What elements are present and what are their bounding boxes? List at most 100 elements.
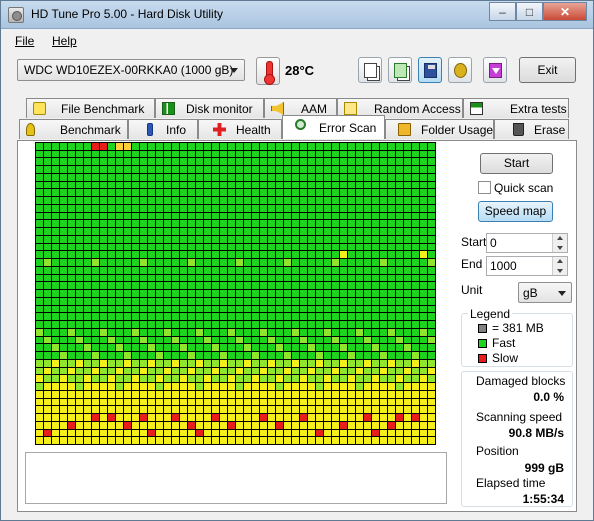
start-position-label: Start — [461, 235, 487, 249]
tab-aam-label: AAM — [301, 102, 328, 116]
chevron-down-icon — [558, 291, 566, 296]
toolbar: WDC WD10EZEX-00RKKA0 (1000 gB) 28°C Exit — [1, 53, 593, 91]
scan-block — [427, 436, 436, 445]
random-access-icon — [344, 102, 357, 115]
legend-swatch-fast — [478, 339, 487, 348]
legend-title: Legend — [468, 307, 513, 321]
start-position-stepper[interactable]: 0 — [486, 233, 568, 253]
start-scan-button[interactable]: Start — [480, 153, 553, 174]
speaker-icon — [271, 102, 284, 115]
tab-extra-tests[interactable]: Extra tests — [463, 98, 569, 118]
options-icon — [454, 63, 467, 78]
tab-random-access-label: Random Access — [374, 102, 461, 116]
tab-info[interactable]: Info — [128, 119, 198, 139]
legend-fast: Fast — [492, 336, 516, 350]
legend-swatch-slow — [478, 354, 487, 363]
quick-scan-label: Quick scan — [494, 181, 554, 195]
tab-strip: File Benchmark Disk monitor AAM Random A… — [17, 96, 577, 142]
tab-health-label: Health — [236, 123, 271, 137]
app-window: HD Tune Pro 5.00 - Hard Disk Utility – □… — [0, 0, 594, 521]
tab-extra-tests-label: Extra tests — [510, 102, 567, 116]
menu-file-label: File — [15, 34, 35, 48]
download-button[interactable] — [483, 57, 507, 83]
damaged-blocks-value: 0.0 % — [533, 390, 564, 404]
menu-help[interactable]: Help — [52, 34, 77, 48]
unit-select[interactable]: gB — [518, 282, 572, 303]
legend-swatch-block — [478, 324, 487, 333]
tab-benchmark[interactable]: Benchmark — [19, 119, 128, 139]
position-value: 999 gB — [524, 461, 564, 475]
thermometer-icon — [256, 57, 280, 85]
window-controls: – □ ✕ — [489, 2, 587, 21]
menu-bar: File Help — [1, 30, 593, 52]
tab-file-benchmark-label: File Benchmark — [61, 102, 145, 116]
trash-icon — [513, 123, 524, 136]
tab-folder-usage-label: Folder Usage — [421, 123, 494, 137]
chevron-down-icon — [230, 68, 238, 73]
tab-benchmark-label: Benchmark — [60, 123, 121, 137]
end-position-value: 1000 — [490, 259, 517, 273]
info-icon — [147, 123, 153, 136]
tab-disk-monitor[interactable]: Disk monitor — [155, 98, 264, 118]
spin-up-icon[interactable] — [552, 257, 567, 266]
health-cross-icon — [213, 123, 226, 136]
tab-disk-monitor-label: Disk monitor — [186, 102, 253, 116]
copy-screenshot-icon — [394, 63, 407, 78]
hdtune-app-icon — [8, 7, 24, 23]
tab-folder-usage[interactable]: Folder Usage — [385, 119, 494, 139]
end-position-label: End — [461, 257, 483, 271]
spin-down-icon[interactable] — [552, 243, 567, 252]
file-benchmark-icon — [33, 102, 46, 115]
scan-stats-group: Damaged blocks 0.0 % Scanning speed 90.8… — [461, 371, 573, 507]
position-label: Position — [476, 444, 519, 458]
save-button[interactable] — [418, 57, 442, 83]
disk-monitor-icon — [162, 102, 175, 115]
tab-erase[interactable]: Erase — [494, 119, 569, 139]
elapsed-time-label: Elapsed time — [476, 476, 546, 490]
scanning-speed-value: 90.8 MB/s — [508, 426, 564, 440]
maximize-button[interactable]: □ — [516, 2, 543, 21]
scanning-speed-label: Scanning speed — [476, 410, 563, 424]
benchmark-icon — [26, 123, 35, 136]
drive-select[interactable]: WDC WD10EZEX-00RKKA0 (1000 gB) — [17, 59, 245, 81]
menu-help-label: Help — [52, 34, 77, 48]
copy-screenshot-button[interactable] — [388, 57, 412, 83]
options-button[interactable] — [448, 57, 472, 83]
legend-block-size: = 381 MB — [492, 321, 544, 335]
end-position-stepper[interactable]: 1000 — [486, 256, 568, 276]
drive-select-value: WDC WD10EZEX-00RKKA0 (1000 gB) — [24, 63, 234, 77]
close-button[interactable]: ✕ — [543, 2, 587, 21]
menu-file[interactable]: File — [15, 34, 34, 48]
tab-file-benchmark[interactable]: File Benchmark — [26, 98, 155, 118]
tab-info-label: Info — [166, 123, 187, 137]
copy-text-button[interactable] — [358, 57, 382, 83]
damaged-blocks-label: Damaged blocks — [476, 374, 566, 388]
error-scan-panel: Start Quick scan Speed map Start 0 End 1… — [17, 140, 577, 512]
start-position-value: 0 — [490, 236, 497, 250]
spin-up-icon[interactable] — [552, 234, 567, 243]
minimize-button[interactable]: – — [489, 2, 516, 21]
save-icon — [424, 63, 437, 78]
unit-label: Unit — [461, 283, 483, 297]
tab-erase-label: Erase — [534, 123, 566, 137]
speed-map-button[interactable]: Speed map — [478, 201, 553, 222]
legend-slow: Slow — [492, 351, 519, 365]
extra-tests-icon — [470, 102, 483, 115]
spin-down-icon[interactable] — [552, 266, 567, 275]
title-bar[interactable]: HD Tune Pro 5.00 - Hard Disk Utility – □… — [1, 1, 593, 29]
temperature-readout: 28°C — [285, 63, 315, 78]
scan-map-grid — [35, 142, 436, 445]
copy-text-icon — [364, 63, 377, 78]
tab-health[interactable]: Health — [198, 119, 282, 139]
unit-select-value: gB — [523, 286, 538, 300]
exit-button[interactable]: Exit — [519, 57, 576, 83]
magnifier-icon — [295, 119, 306, 130]
window-title: HD Tune Pro 5.00 - Hard Disk Utility — [31, 7, 224, 21]
quick-scan-checkbox[interactable] — [478, 181, 491, 194]
folder-icon — [398, 123, 411, 136]
scan-log-box[interactable] — [25, 452, 447, 504]
download-icon — [489, 63, 502, 78]
legend-group: Legend = 381 MB Fast Slow — [461, 307, 573, 367]
elapsed-time-value: 1:55:34 — [522, 492, 564, 506]
tab-error-scan[interactable]: Error Scan — [282, 115, 385, 139]
